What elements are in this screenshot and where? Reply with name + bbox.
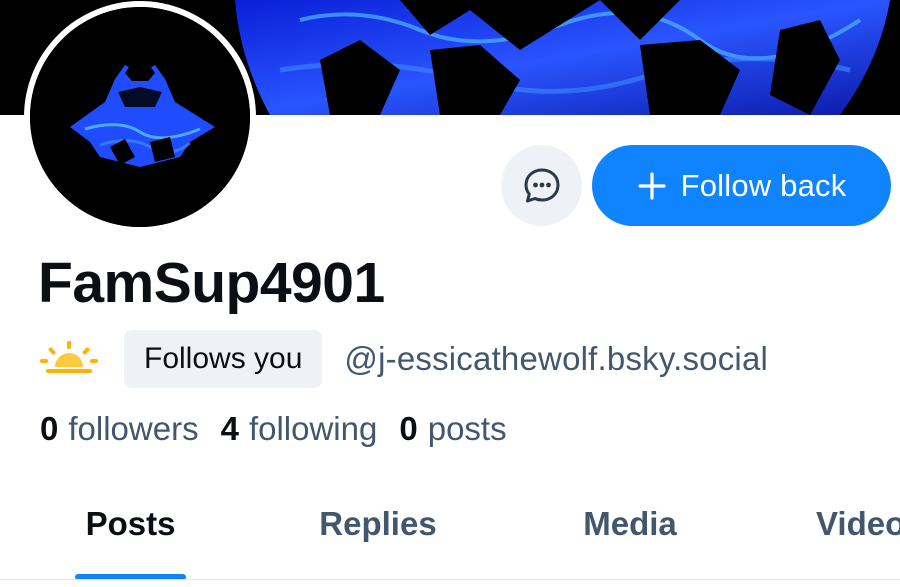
posts-count: 0 posts [399,410,506,448]
profile-stats: 0 followers 4 following 0 posts [40,410,507,448]
follows-you-badge: Follows you [124,330,323,388]
sun-behind-horizon-icon [40,341,98,373]
tab-media-label: Media [583,505,677,542]
tab-videos[interactable]: Videos [816,485,900,580]
display-name: FamSup4901 [38,251,385,315]
followers-count-link[interactable]: 0 followers [40,410,199,448]
follow-back-button[interactable]: Follow back [592,145,891,226]
posts-count-value: 0 [399,410,418,447]
following-label: following [248,410,378,447]
avatar-image [30,7,250,227]
tab-posts[interactable]: Posts [75,485,186,580]
following-count: 4 [220,410,239,447]
tab-media[interactable]: Media [574,485,686,580]
tab-replies-label: Replies [319,505,437,542]
follow-back-label: Follow back [680,167,847,203]
following-count-link[interactable]: 4 following [221,410,378,448]
posts-label: posts [427,410,507,447]
tabs-divider [0,579,900,580]
profile-meta-row: Follows you @j-essicathewolf.bsky.social [40,330,768,388]
followers-label: followers [68,410,199,447]
followers-count: 0 [40,410,59,447]
tab-posts-label: Posts [85,505,176,542]
chat-bubble-icon [524,168,559,202]
plus-icon [637,171,666,200]
tab-replies[interactable]: Replies [312,485,444,580]
profile-handle[interactable]: @j-essicathewolf.bsky.social [344,340,768,378]
tab-videos-label: Videos [816,505,900,542]
avatar[interactable] [24,1,256,233]
profile-tabs: Posts Replies Media Videos [0,485,900,580]
message-button[interactable] [501,145,582,226]
